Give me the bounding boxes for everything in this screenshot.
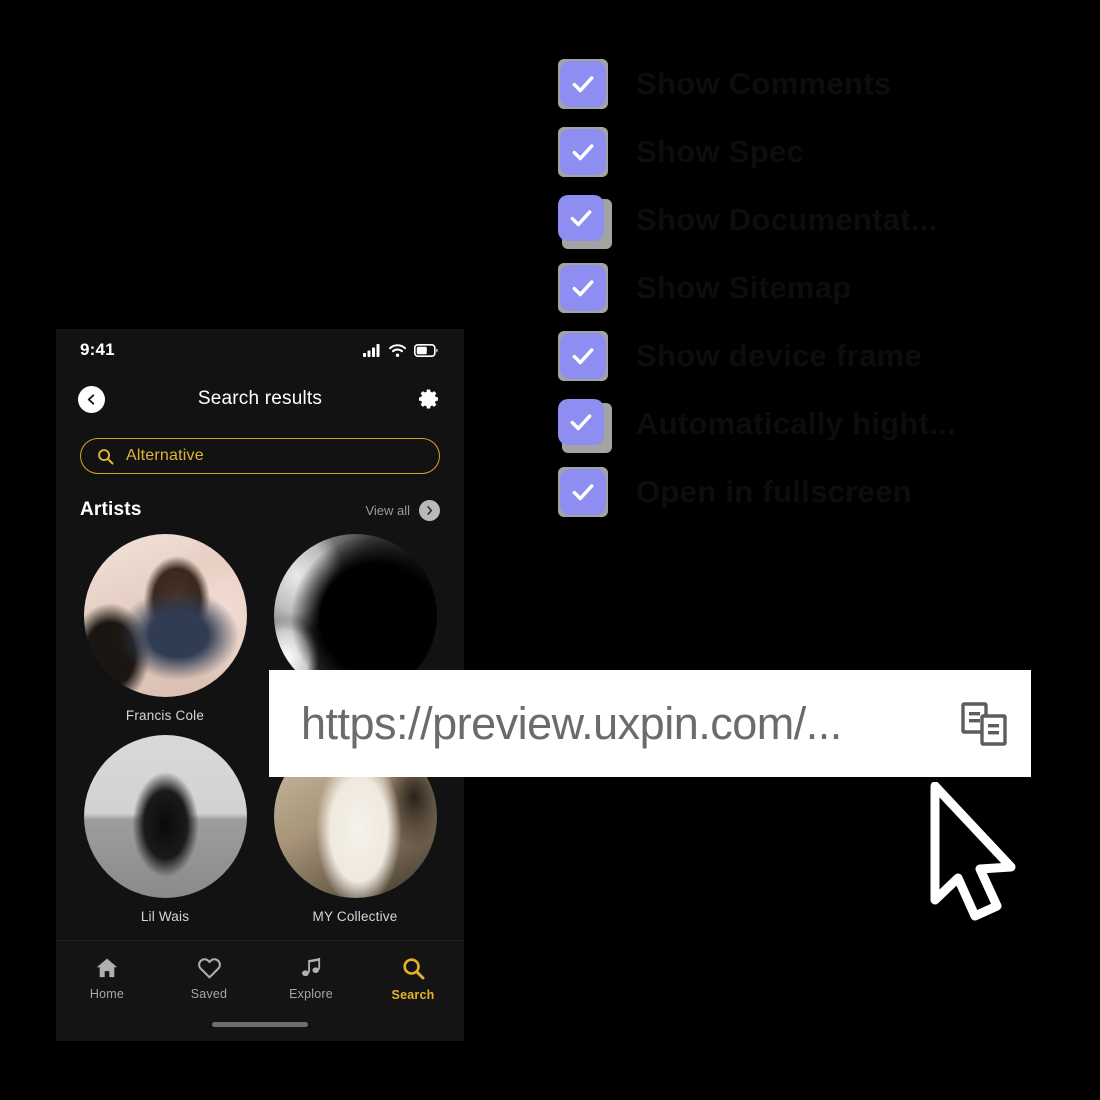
checkbox-box bbox=[560, 469, 606, 515]
heart-icon bbox=[197, 958, 221, 979]
checkbox-box bbox=[560, 333, 606, 379]
checkbox-box bbox=[558, 399, 604, 445]
option-label: Show Documentat... bbox=[636, 202, 938, 237]
option-label: Automatically hight... bbox=[636, 406, 957, 441]
cellular-signal-icon bbox=[363, 343, 380, 357]
checkbox-show-comments[interactable] bbox=[558, 59, 608, 109]
gear-icon bbox=[419, 389, 438, 409]
checkbox-box bbox=[560, 265, 606, 311]
url-text: https://preview.uxpin.com/... bbox=[301, 697, 842, 749]
artist-card[interactable]: Lil Wais bbox=[80, 735, 250, 936]
option-row-show-sitemap[interactable]: Show Sitemap bbox=[558, 254, 1078, 322]
battery-icon bbox=[414, 343, 438, 357]
option-label: Open in fullscreen bbox=[636, 474, 912, 509]
avatar bbox=[83, 534, 247, 697]
checkbox-open-in-fullscreen[interactable] bbox=[558, 467, 608, 517]
artist-card[interactable]: Francis Cole bbox=[80, 534, 250, 735]
chevron-right-glyph bbox=[427, 505, 433, 515]
home-indicator bbox=[212, 1022, 308, 1027]
check-icon bbox=[570, 210, 592, 227]
check-icon bbox=[572, 76, 594, 93]
artist-name: Francis Cole bbox=[125, 708, 205, 723]
search-input[interactable]: Alternative bbox=[80, 438, 440, 474]
nav-item-search[interactable]: Search bbox=[362, 957, 464, 1002]
screenshot-root: Show Comments Show Spec Show Documentat.… bbox=[0, 0, 1100, 1100]
check-icon bbox=[570, 414, 592, 431]
view-all-button[interactable]: View all bbox=[365, 499, 440, 521]
checkbox-show-spec[interactable] bbox=[558, 127, 608, 177]
option-row-automatically-highlight[interactable]: Automatically hight... bbox=[558, 390, 1078, 458]
preview-options-panel: Show Comments Show Spec Show Documentat.… bbox=[558, 50, 1078, 526]
checkbox-box bbox=[560, 61, 606, 107]
music-note-icon bbox=[301, 957, 320, 977]
checkbox-box bbox=[558, 195, 604, 241]
chevron-left-icon bbox=[87, 393, 95, 405]
option-label: Show Comments bbox=[636, 66, 892, 101]
option-row-show-spec[interactable]: Show Spec bbox=[558, 118, 1078, 186]
home-icon bbox=[96, 958, 118, 978]
mouse-pointer-icon bbox=[930, 782, 1016, 921]
search-icon bbox=[98, 448, 114, 465]
check-icon bbox=[572, 280, 594, 297]
nav-item-explore[interactable]: Explore bbox=[260, 957, 362, 1002]
nav-label: Search bbox=[391, 988, 435, 1002]
checkbox-show-device-frame[interactable] bbox=[558, 331, 608, 381]
check-icon bbox=[572, 144, 594, 161]
artists-section-header: Artists View all bbox=[80, 499, 440, 521]
bottom-navigation: Home Saved Explore Search bbox=[56, 940, 464, 1041]
settings-button[interactable] bbox=[416, 386, 442, 412]
status-bar-icons bbox=[363, 343, 438, 357]
option-label: Show device frame bbox=[636, 338, 922, 373]
option-row-show-documentation[interactable]: Show Documentat... bbox=[558, 186, 1078, 254]
check-icon bbox=[572, 348, 594, 365]
nav-label: Explore bbox=[289, 987, 333, 1001]
status-bar: 9:41 bbox=[56, 329, 464, 371]
view-all-label: View all bbox=[365, 502, 410, 518]
chevron-right-icon bbox=[419, 499, 440, 521]
nav-label: Home bbox=[89, 987, 125, 1001]
option-label: Show Sitemap bbox=[636, 270, 852, 305]
option-label: Show Spec bbox=[636, 134, 805, 169]
nav-item-saved[interactable]: Saved bbox=[158, 957, 260, 1002]
bottom-nav-items: Home Saved Explore Search bbox=[56, 941, 464, 1002]
avatar bbox=[83, 735, 247, 898]
checkbox-box bbox=[560, 129, 606, 175]
url-bar[interactable]: https://preview.uxpin.com/... bbox=[269, 670, 1031, 777]
search-input-value: Alternative bbox=[126, 447, 204, 464]
wifi-icon bbox=[389, 343, 406, 357]
option-row-open-in-fullscreen[interactable]: Open in fullscreen bbox=[558, 458, 1078, 526]
back-button[interactable] bbox=[78, 385, 105, 413]
option-row-show-comments[interactable]: Show Comments bbox=[558, 50, 1078, 118]
option-row-show-device-frame[interactable]: Show device frame bbox=[558, 322, 1078, 390]
checkbox-automatically-highlight[interactable] bbox=[558, 399, 612, 453]
checkbox-show-documentation[interactable] bbox=[558, 195, 612, 249]
check-icon bbox=[572, 484, 594, 501]
checkbox-show-sitemap[interactable] bbox=[558, 263, 608, 313]
status-bar-time: 9:41 bbox=[80, 340, 115, 359]
artist-name: MY Collective bbox=[312, 909, 398, 924]
artist-name: Lil Wais bbox=[140, 909, 190, 924]
search-icon bbox=[402, 958, 424, 980]
phone-top-bar: Search results bbox=[56, 371, 464, 427]
page-title: Search results bbox=[197, 388, 323, 409]
nav-item-home[interactable]: Home bbox=[56, 957, 158, 1002]
copy-documents-icon[interactable] bbox=[959, 699, 1009, 749]
section-title: Artists bbox=[80, 499, 142, 520]
nav-label: Saved bbox=[190, 987, 228, 1001]
